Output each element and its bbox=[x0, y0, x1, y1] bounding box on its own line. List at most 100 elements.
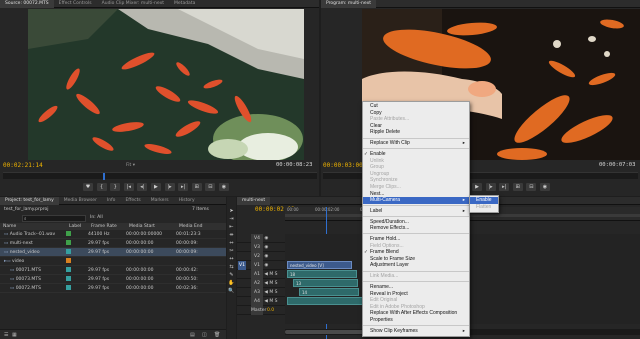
program-timecode-in[interactable]: 00:00:03:00 bbox=[323, 162, 363, 169]
go-to-in-button[interactable]: |◂ bbox=[123, 183, 134, 191]
menu-item-properties[interactable]: Properties bbox=[363, 317, 469, 324]
eye-icon[interactable]: ◉ bbox=[263, 254, 268, 259]
program-play-button[interactable]: ▶ bbox=[472, 183, 482, 191]
hand-tool-icon[interactable]: ✋ bbox=[227, 279, 236, 287]
slip-tool-icon[interactable]: ↔ bbox=[227, 255, 236, 263]
new-bin-icon[interactable]: ▤ bbox=[190, 332, 195, 338]
audio-clip-a4[interactable] bbox=[287, 297, 367, 305]
tab-source-00072-mts[interactable]: Source: 00072.MTS bbox=[0, 0, 54, 8]
project-in-filter[interactable]: In: All bbox=[90, 215, 103, 220]
audio-clip-a3[interactable]: 14 bbox=[299, 288, 359, 296]
track-header-v4[interactable]: V4 ◉ bbox=[237, 234, 285, 243]
menu-item-rename[interactable]: Rename... bbox=[363, 284, 469, 291]
pen-tool-icon[interactable]: ✎ bbox=[227, 271, 236, 279]
step-forward-button[interactable]: |▸ bbox=[164, 183, 175, 191]
project-row-00071-mts[interactable]: ▭ 00071.MTS 29.97 fps 00:00:00:00 00:00:42: bbox=[0, 266, 226, 275]
solo-button[interactable]: S bbox=[275, 290, 278, 295]
rate-stretch-tool-icon[interactable]: ⇔ bbox=[227, 239, 236, 247]
lift-button[interactable]: ⊞ bbox=[512, 183, 523, 191]
tab-media-browser[interactable]: Media Browser bbox=[59, 197, 102, 205]
column-header-media-start[interactable]: Media Start bbox=[126, 223, 176, 230]
new-item-icon[interactable]: ◫ bbox=[202, 332, 207, 338]
column-header-name[interactable]: Name bbox=[0, 223, 66, 230]
razor-tool-icon[interactable]: ✂ bbox=[227, 247, 236, 255]
tab-markers[interactable]: Markers bbox=[146, 197, 174, 205]
step-back-button[interactable]: ◂| bbox=[137, 183, 148, 191]
menu-item-remove-effects[interactable]: Remove Effects... bbox=[363, 225, 469, 232]
track-header-a2[interactable]: A2 ◀ M S bbox=[237, 279, 285, 288]
project-row-video[interactable]: ▸▭ video bbox=[0, 257, 226, 266]
program-go-to-out-button[interactable]: ▸| bbox=[499, 183, 510, 191]
menu-item-frame-hold[interactable]: Frame Hold... bbox=[363, 236, 469, 243]
eye-icon[interactable]: ◉ bbox=[263, 245, 268, 250]
track-header-v2[interactable]: V2 ◉ bbox=[237, 252, 285, 261]
menu-item-show-clip-keyframes[interactable]: Show Clip Keyframes ▸ bbox=[363, 328, 469, 335]
project-row-00073-mts[interactable]: ▭ 00073.MTS 29.97 fps 00:00:00:00 00:00:50: bbox=[0, 275, 226, 284]
source-timecode-in[interactable]: 00:02:21:14 bbox=[3, 162, 43, 169]
nested-video-clip[interactable]: nested_video [V] bbox=[287, 261, 352, 269]
rolling-edit-tool-icon[interactable]: ⇹ bbox=[227, 231, 236, 239]
project-row-00072-mts[interactable]: ▭ 00072.MTS 29.97 fps 00:00:00:00 00:02:36: bbox=[0, 284, 226, 293]
menu-item-multi-camera[interactable]: Multi-Camera ▸ bbox=[363, 197, 469, 204]
menu-item-enable[interactable]: Enable bbox=[363, 151, 469, 158]
tab-history[interactable]: History bbox=[174, 197, 200, 205]
track-header-master[interactable]: Master0.0 bbox=[237, 306, 285, 315]
slide-tool-icon[interactable]: ⇆ bbox=[227, 263, 236, 271]
play-button[interactable]: ▶ bbox=[150, 183, 161, 191]
track-header-a1[interactable]: A1 ◀ M S bbox=[237, 270, 285, 279]
submenu-item-enable[interactable]: Enable bbox=[470, 197, 498, 204]
extract-button[interactable]: ⊟ bbox=[526, 183, 537, 191]
source-zoom-select[interactable]: Fit ▾ bbox=[126, 163, 135, 168]
selection-tool-icon[interactable]: ➤ bbox=[227, 207, 236, 215]
menu-item-ripple-delete[interactable]: Ripple Delete bbox=[363, 129, 469, 136]
column-header-frame-rate[interactable]: Frame Rate bbox=[88, 223, 126, 230]
audio-clip-a2[interactable]: 13 bbox=[293, 279, 358, 287]
tab-project-test-for-lamy[interactable]: Project: test_for_lamy bbox=[0, 197, 59, 205]
list-view-icon[interactable]: ☰ bbox=[4, 332, 8, 338]
tab-effects[interactable]: Effects bbox=[120, 197, 145, 205]
column-header-media-end[interactable]: Media End bbox=[176, 223, 226, 230]
mark-out-button[interactable]: } bbox=[110, 183, 121, 191]
tab-metadata[interactable]: Metadata bbox=[169, 0, 200, 8]
solo-button[interactable]: S bbox=[275, 281, 278, 286]
menu-item-adjustment-layer[interactable]: Adjustment Layer bbox=[363, 262, 469, 269]
eye-icon[interactable]: ◉ bbox=[263, 263, 268, 268]
program-step-forward-button[interactable]: |▸ bbox=[485, 183, 496, 191]
export-frame-button[interactable]: ◉ bbox=[218, 183, 229, 191]
master-volume-value[interactable]: 0.0 bbox=[267, 308, 274, 313]
eye-icon[interactable]: ◉ bbox=[263, 236, 268, 241]
column-header-label[interactable]: Label bbox=[66, 223, 88, 230]
mark-in-button[interactable]: { bbox=[96, 183, 107, 191]
solo-button[interactable]: S bbox=[275, 299, 278, 304]
tab-effect-controls[interactable]: Effect Controls bbox=[54, 0, 97, 8]
source-playhead[interactable] bbox=[103, 173, 105, 180]
icon-view-icon[interactable]: ▦ bbox=[12, 332, 17, 338]
timeline-tab-multi-next[interactable]: multi-next bbox=[237, 197, 271, 205]
tab-info[interactable]: Info bbox=[102, 197, 121, 205]
menu-item-nest[interactable]: Nest... bbox=[363, 191, 469, 198]
zoom-tool-icon[interactable]: 🔍 bbox=[227, 287, 236, 295]
source-time-ruler[interactable] bbox=[3, 172, 317, 180]
add-marker-button[interactable]: ♥ bbox=[83, 183, 93, 191]
track-header-v3[interactable]: V3 ◉ bbox=[237, 243, 285, 252]
menu-item-reveal-in-project[interactable]: Reveal in Project bbox=[363, 291, 469, 298]
menu-item-cut[interactable]: Cut bbox=[363, 103, 469, 110]
menu-item-frame-blend[interactable]: Frame Blend bbox=[363, 249, 469, 256]
timeline-scroll-thumb[interactable] bbox=[285, 330, 365, 334]
go-to-out-button[interactable]: ▸| bbox=[178, 183, 189, 191]
project-row-audio-track-01-wav[interactable]: ▭ Audio Track--01.wav 44100 Hz 00:00:00:00… bbox=[0, 230, 226, 239]
menu-item-replace-with-clip[interactable]: Replace With Clip ▸ bbox=[363, 140, 469, 147]
project-row-nested-video[interactable]: ▭ nested_video 29.97 fps 00:00:00:00 00:00:… bbox=[0, 248, 226, 257]
audio-clip-a1[interactable]: 18 bbox=[287, 270, 357, 278]
insert-button[interactable]: ⊞ bbox=[191, 183, 202, 191]
track-header-v1[interactable]: V1 ◉ V1 bbox=[237, 261, 285, 270]
overwrite-button[interactable]: ⊟ bbox=[205, 183, 216, 191]
menu-item-clear[interactable]: Clear bbox=[363, 123, 469, 130]
project-search-input[interactable]: ⌕ bbox=[22, 215, 86, 222]
track-select-tool-icon[interactable]: ⇥ bbox=[227, 215, 236, 223]
tab-audio-clip-mixer-multi-next[interactable]: Audio Clip Mixer: multi-next bbox=[97, 0, 169, 8]
menu-item-speed-duration[interactable]: Speed/Duration... bbox=[363, 219, 469, 226]
tab-program-multi-next[interactable]: Program: multi-next bbox=[321, 0, 377, 8]
trash-icon[interactable]: 🗑 bbox=[214, 332, 220, 338]
ripple-edit-tool-icon[interactable]: ⇤ bbox=[227, 223, 236, 231]
